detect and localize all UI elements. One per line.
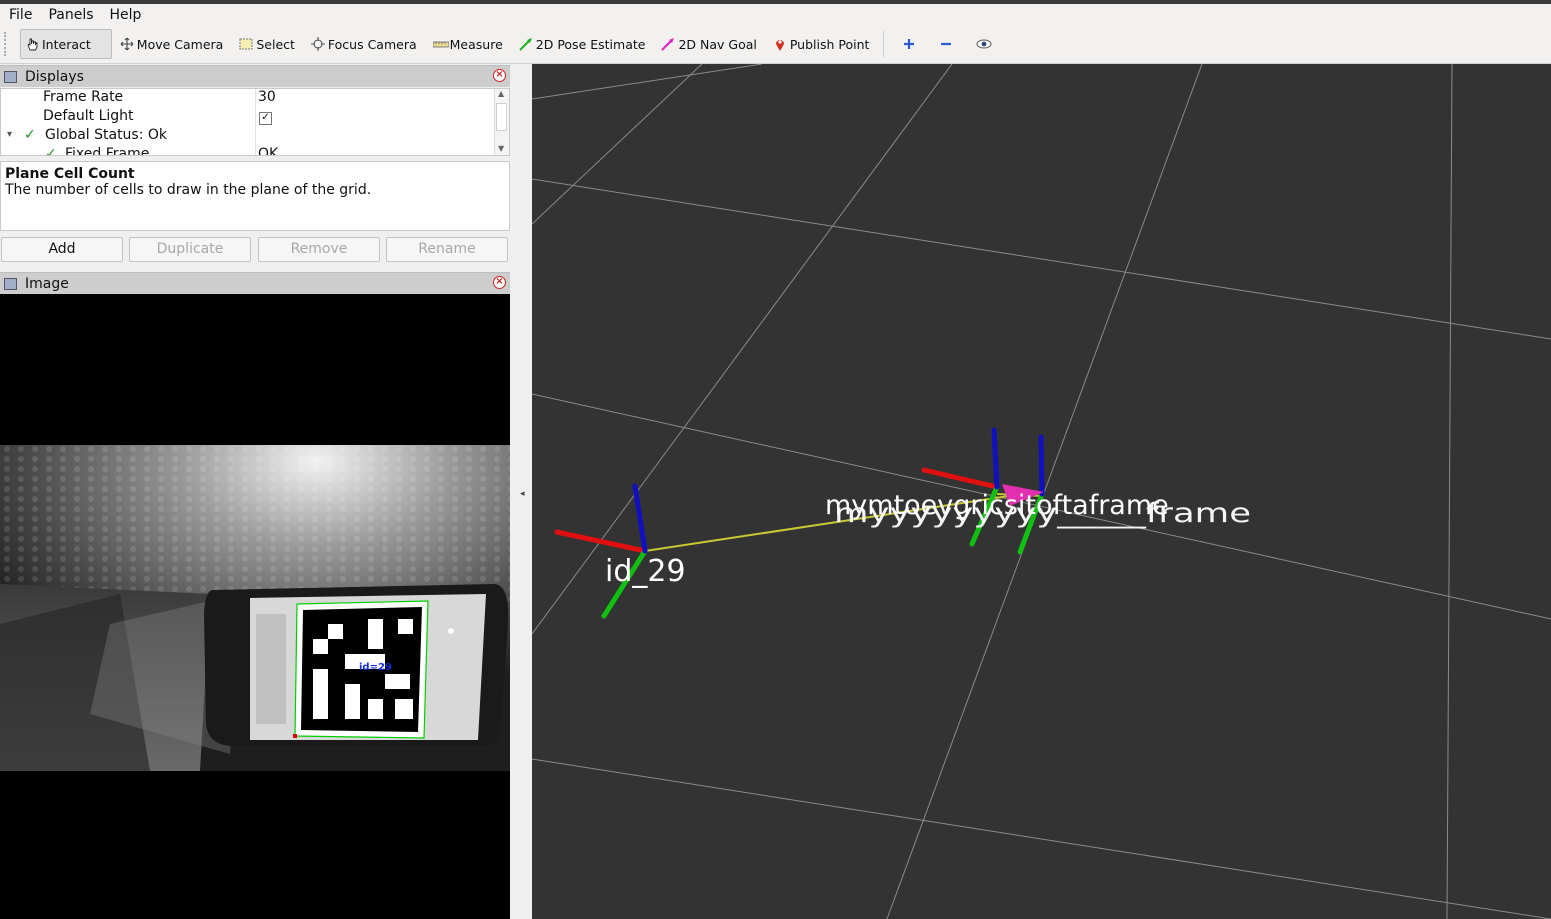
description-title: Plane Cell Count (5, 166, 135, 182)
close-image-icon[interactable]: × (493, 276, 506, 289)
overlapping-frame-labels-b: myyyyyyyyy_____frame (834, 498, 1251, 529)
select-box-icon (239, 37, 253, 51)
move-camera-tool-button[interactable]: Move Camera (112, 29, 232, 59)
global-status-label: Global Status: Ok (45, 127, 168, 143)
map-pin-icon (773, 37, 787, 51)
image-panel-title: Image (25, 275, 69, 292)
scroll-down-icon[interactable]: ▼ (498, 144, 504, 153)
camera-image-view: id=29 (0, 294, 510, 919)
ruler-icon (432, 37, 450, 51)
menu-file[interactable]: File (0, 7, 39, 23)
measure-tool-button[interactable]: Measure (425, 29, 511, 59)
tree-row-frame-rate[interactable]: Frame Rate 30 (1, 89, 496, 108)
2d-pose-estimate-tool-button[interactable]: 2D Pose Estimate (511, 29, 654, 59)
select-tool-button[interactable]: Select (231, 29, 303, 59)
add-tool-button[interactable] (890, 29, 929, 59)
description-text: The number of cells to draw in the plane… (5, 182, 372, 198)
toolbar-grip[interactable] (4, 32, 9, 56)
remove-tool-button[interactable] (929, 29, 966, 59)
collapse-arrow-icon[interactable]: ◂ (520, 489, 525, 499)
minus-icon (939, 37, 953, 51)
image-icon (4, 277, 17, 290)
toolbar-separator (883, 31, 885, 57)
rename-display-button[interactable]: Rename (386, 237, 508, 262)
2d-nav-goal-tool-button[interactable]: 2D Nav Goal (653, 29, 764, 59)
scene-canvas[interactable]: id_29 mymtoevgricsitoftaframe myyyyyyyyy… (532, 64, 1551, 919)
displays-panel-title-bar[interactable]: Displays × (0, 65, 510, 87)
frame-rate-label: Frame Rate (43, 89, 124, 105)
2d-nav-goal-label: 2D Nav Goal (678, 36, 757, 52)
status-ok-check-icon: ✓ (24, 127, 36, 143)
view-options-button[interactable] (966, 29, 1003, 59)
select-label: Select (256, 36, 295, 52)
fixed-frame-check-icon: ✓ (45, 146, 57, 156)
measure-label: Measure (449, 36, 503, 52)
tool-bar: Interact Move Camera Select Focus Camera… (0, 25, 1551, 64)
3d-render-view[interactable]: id_29 mymtoevgricsitoftaframe myyyyyyyyy… (532, 64, 1551, 919)
move-camera-label: Move Camera (136, 36, 224, 52)
2d-pose-estimate-label: 2D Pose Estimate (535, 36, 646, 52)
monitor-icon (4, 70, 17, 83)
image-panel-title-bar[interactable]: Image × (0, 272, 510, 294)
menu-panels[interactable]: Panels (39, 7, 100, 23)
tree-scrollbar[interactable]: ▲ ▼ (494, 89, 509, 155)
focus-camera-icon (310, 37, 325, 51)
property-description: Plane Cell Count The number of cells to … (0, 161, 510, 231)
tree-row-fixed-frame[interactable]: ✓ Fixed Frame OK (1, 146, 496, 156)
tree-row-default-light[interactable]: Default Light ✓ (1, 108, 496, 127)
camera-frame: id=29 (0, 445, 510, 771)
default-light-checkbox[interactable]: ✓ (259, 108, 272, 125)
add-display-button[interactable]: Add (1, 237, 123, 262)
focus-camera-tool-button[interactable]: Focus Camera (303, 29, 425, 59)
displays-panel-title: Displays (25, 68, 84, 85)
publish-point-tool-button[interactable]: Publish Point (765, 29, 878, 59)
marker-id-label: id=29 (359, 662, 392, 673)
focus-camera-label: Focus Camera (327, 36, 417, 52)
expand-arrow-icon[interactable]: ▾ (7, 129, 12, 140)
publish-point-label: Publish Point (789, 36, 870, 52)
hand-pointer-icon (25, 37, 39, 51)
tree-row-global-status[interactable]: ▾ ✓ Global Status: Ok (1, 127, 496, 146)
displays-tree[interactable]: Frame Rate 30 Default Light ✓ ▾ ✓ Global… (0, 88, 510, 156)
menu-bar: File Panels Help (0, 4, 1551, 25)
scrollbar-thumb[interactable] (496, 103, 507, 131)
eye-icon (976, 37, 992, 51)
marker-frame-label: id_29 (605, 554, 686, 589)
scroll-up-icon[interactable]: ▲ (498, 89, 504, 98)
move-camera-icon (120, 37, 134, 51)
panel-splitter[interactable]: ◂ (511, 64, 532, 919)
displays-button-row: Add Duplicate Remove Rename (0, 237, 510, 263)
interact-tool-button[interactable]: Interact (20, 29, 112, 59)
duplicate-display-button[interactable]: Duplicate (129, 237, 251, 262)
frame-rate-value[interactable]: 30 (258, 89, 276, 105)
menu-help[interactable]: Help (101, 7, 149, 23)
close-displays-icon[interactable]: × (493, 69, 506, 82)
green-arrow-icon (519, 37, 533, 51)
plus-icon (902, 37, 916, 51)
marker-frame-axes (554, 483, 648, 619)
fixed-frame-value: OK (258, 146, 279, 156)
magenta-arrow-icon (661, 37, 675, 51)
fixed-frame-label: Fixed Frame (65, 146, 150, 156)
default-light-label: Default Light (43, 108, 134, 124)
remove-display-button[interactable]: Remove (258, 237, 380, 262)
interact-label: Interact (42, 36, 91, 52)
